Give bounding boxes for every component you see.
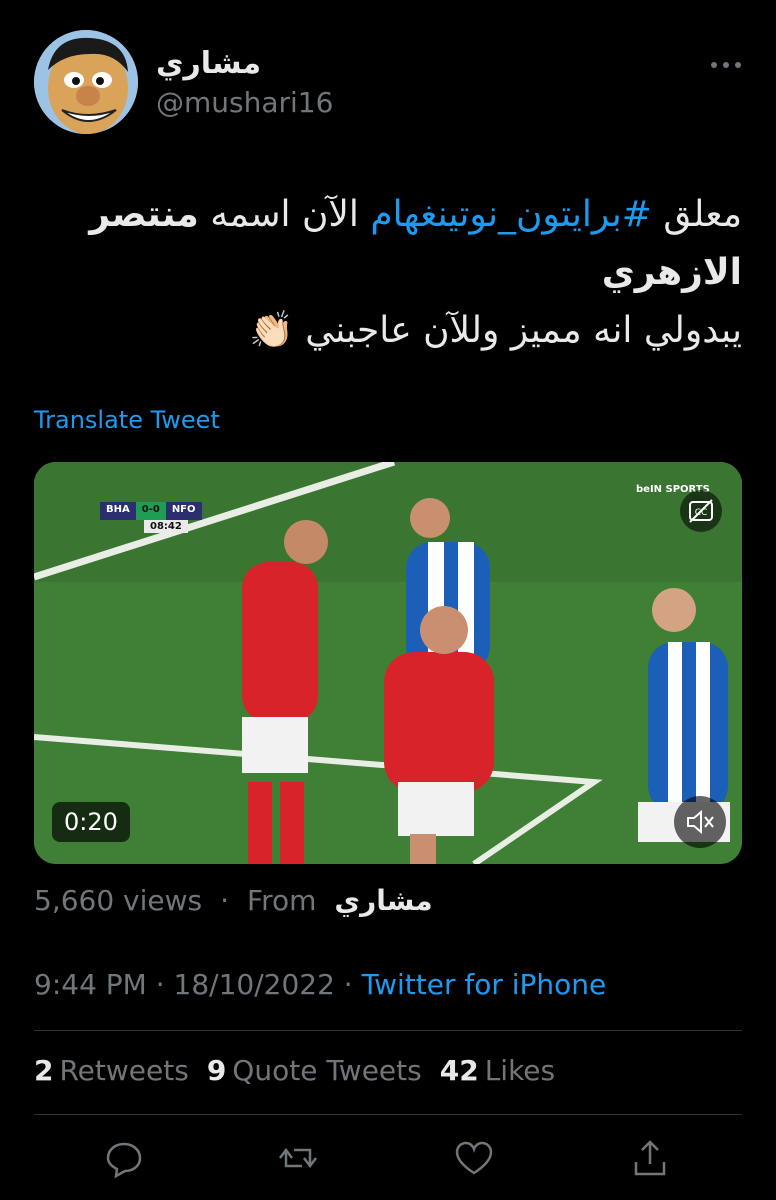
tweet-text-prefix: معلق xyxy=(651,194,742,235)
action-bar xyxy=(0,1132,776,1188)
score-bug: BHA 0-0 NFO xyxy=(100,502,202,520)
mute-icon[interactable] xyxy=(674,796,726,848)
timestamp-line: 9:44 PM · 18/10/2022 · Twitter for iPhon… xyxy=(34,968,606,1001)
separator-dot: · xyxy=(220,884,230,917)
video-frame xyxy=(34,462,742,864)
likes-count: 42 xyxy=(439,1054,479,1087)
like-icon[interactable] xyxy=(452,1136,496,1180)
likes-stat[interactable]: 42 Likes xyxy=(440,1054,555,1087)
retweets-stat[interactable]: 2 Retweets xyxy=(34,1054,189,1087)
tweet-text-line2: يبدولي انه مميز وللآن عاجبني 👏🏻 xyxy=(248,310,742,351)
views-line: 5,660 views · From مشاري xyxy=(34,884,433,917)
view-count[interactable]: 5,660 views xyxy=(34,884,202,917)
video-player[interactable]: BHA 0-0 NFO 08:42 beIN SPORTS CC 0:20 xyxy=(34,462,742,864)
tweet-detail: مشاري @mushari16 معلق #برايتون_نوتينغهام… xyxy=(0,0,776,1200)
tweet-text: معلق #برايتون_نوتينغهام الآن اسمه منتصر … xyxy=(34,186,742,360)
source-name[interactable]: مشاري xyxy=(334,884,432,917)
user-handle[interactable]: @mushari16 xyxy=(156,86,333,119)
from-label: From xyxy=(247,884,317,917)
tweet-text-middle: الآن اسمه xyxy=(198,194,371,235)
likes-label: Likes xyxy=(484,1054,556,1087)
display-name[interactable]: مشاري xyxy=(156,46,261,81)
retweets-count: 2 xyxy=(34,1054,54,1087)
avatar[interactable] xyxy=(34,30,138,134)
reply-icon[interactable] xyxy=(102,1136,146,1180)
score-away: NFO xyxy=(165,502,202,520)
client-link[interactable]: Twitter for iPhone xyxy=(362,968,607,1001)
engagement-stats: 2 Retweets 9 Quote Tweets 42 Likes xyxy=(34,1054,555,1087)
quotes-stat[interactable]: 9 Quote Tweets xyxy=(207,1054,422,1087)
quotes-label: Quote Tweets xyxy=(232,1054,422,1087)
retweets-label: Retweets xyxy=(59,1054,189,1087)
quotes-count: 9 xyxy=(206,1054,227,1087)
score-value: 0-0 xyxy=(135,502,166,520)
tweet-timestamp: 9:44 PM · 18/10/2022 · xyxy=(34,968,362,1001)
translate-tweet-link[interactable]: Translate Tweet xyxy=(34,406,220,434)
divider xyxy=(34,1030,742,1031)
captions-icon[interactable]: CC xyxy=(680,490,722,532)
divider xyxy=(34,1114,742,1115)
more-icon[interactable] xyxy=(706,50,746,80)
hashtag-link[interactable]: #برايتون_نوتينغهام xyxy=(370,194,652,235)
video-duration: 0:20 xyxy=(52,802,130,842)
retweet-icon[interactable] xyxy=(276,1136,320,1180)
share-icon[interactable] xyxy=(628,1136,672,1180)
match-clock: 08:42 xyxy=(144,520,188,533)
score-home: BHA xyxy=(100,502,136,520)
